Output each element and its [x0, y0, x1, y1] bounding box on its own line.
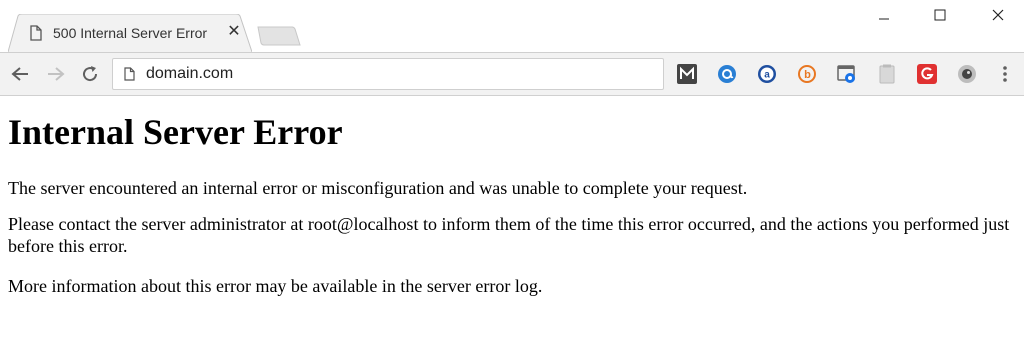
contact-message: Please contact the server administrator … — [8, 214, 1010, 256]
mailtrack-icon[interactable] — [677, 64, 697, 84]
page-content: Internal Server Error The server encount… — [8, 96, 1016, 297]
svg-text:a: a — [764, 70, 770, 81]
reload-icon — [83, 66, 98, 82]
forward-arrow-icon — [48, 67, 65, 81]
tab-title: 500 Internal Server Error — [53, 25, 208, 41]
window-close-button[interactable] — [981, 4, 1015, 26]
camera-lens-icon[interactable] — [957, 64, 977, 84]
close-tab-icon[interactable]: ✕ — [226, 23, 242, 41]
forward-button[interactable] — [45, 63, 67, 85]
screenshot-icon[interactable] — [837, 64, 857, 84]
error-message: The server encountered an internal error… — [8, 178, 748, 198]
grammarly-icon[interactable] — [917, 64, 937, 84]
svg-text:b: b — [804, 69, 811, 81]
page-heading: Internal Server Error — [8, 112, 343, 152]
amazon-assistant-icon[interactable]: a — [757, 64, 777, 84]
maximize-button[interactable] — [923, 4, 957, 26]
minimize-icon — [879, 18, 889, 20]
b-logo-icon[interactable]: b — [797, 64, 817, 84]
maximize-icon — [934, 9, 946, 21]
more-menu-icon[interactable] — [996, 64, 1014, 84]
browser-toolbar: domain.com a b — [0, 52, 1024, 96]
reload-button[interactable] — [79, 63, 101, 85]
page-info-icon — [124, 67, 135, 81]
clipboard-icon[interactable] — [877, 64, 897, 84]
minimize-button[interactable] — [867, 4, 901, 26]
back-button[interactable] — [9, 63, 31, 85]
log-message: More information about this error may be… — [8, 276, 543, 296]
title-bar: 500 Internal Server Error ✕ — [0, 0, 1024, 52]
address-bar[interactable]: domain.com — [112, 58, 664, 90]
close-icon — [992, 9, 1004, 21]
document-icon — [30, 25, 42, 41]
new-tab-button[interactable] — [256, 26, 302, 46]
at-sign-icon[interactable] — [717, 64, 737, 84]
url-text: domain.com — [146, 65, 234, 82]
tab-active[interactable]: 500 Internal Server Error ✕ — [8, 14, 252, 52]
back-arrow-icon — [11, 67, 28, 81]
